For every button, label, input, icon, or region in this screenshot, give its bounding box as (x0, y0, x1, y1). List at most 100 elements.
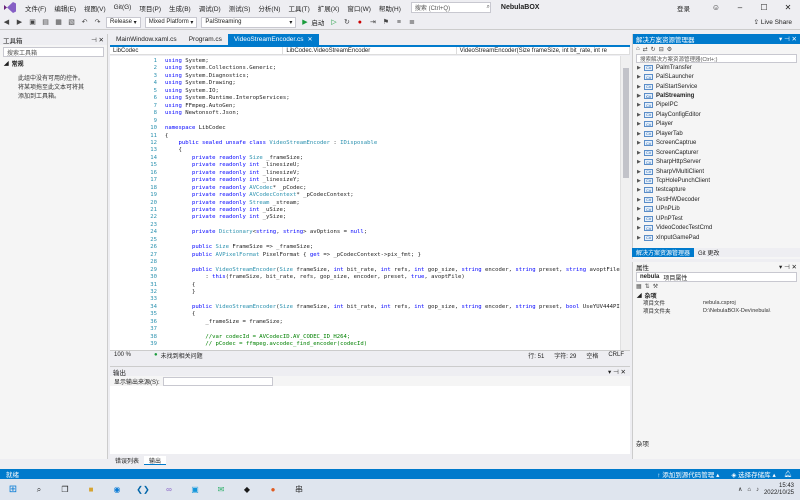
select-repo-button[interactable]: ◈ 选择存储库 ▴ (731, 469, 775, 479)
chevron-right-icon[interactable]: ▶ (637, 169, 644, 175)
project-dropdown[interactable]: LibCodec (110, 47, 284, 54)
chevron-right-icon[interactable]: ▶ (637, 102, 644, 108)
chevron-right-icon[interactable]: ▶ (637, 93, 644, 99)
chevron-right-icon[interactable]: ▶ (637, 178, 644, 184)
chevron-right-icon[interactable]: ▶ (637, 65, 644, 71)
tab-error-list[interactable]: 错误列表 (110, 456, 144, 465)
undo-icon[interactable]: ↶ (80, 18, 89, 27)
alphabetical-icon[interactable]: ⇅ (645, 283, 650, 290)
sync-icon[interactable]: ⇄ (643, 46, 648, 53)
open-icon[interactable]: ▤ (41, 18, 50, 27)
chevron-right-icon[interactable]: ▶ (637, 150, 644, 156)
platform-select[interactable]: Mixed Platform ▾ (144, 16, 198, 28)
chevron-right-icon[interactable]: ▶ (637, 74, 644, 80)
chevron-right-icon[interactable]: ▶ (637, 187, 644, 193)
edge-icon[interactable]: ◉ (110, 483, 124, 497)
menu-item[interactable]: 生成(B) (165, 3, 195, 13)
menu-item[interactable]: Git(G) (110, 4, 136, 11)
notification-icon[interactable]: 🔔︎ (784, 470, 792, 478)
menu-item[interactable]: 视图(V) (80, 3, 110, 13)
solution-item[interactable]: ▶ C# Player (633, 120, 800, 129)
visual-studio-icon[interactable]: ∞ (162, 483, 176, 497)
minimize-button[interactable]: – (728, 3, 752, 12)
menu-item[interactable]: 项目(P) (135, 3, 165, 13)
bookmark-icon[interactable]: ⚑ (381, 18, 390, 27)
start-without-debug-icon[interactable]: ▷ (329, 18, 338, 27)
menu-item[interactable]: 扩展(X) (314, 3, 344, 13)
wechat-icon[interactable]: ✉ (214, 483, 228, 497)
account-icon[interactable]: ☺ (704, 3, 728, 12)
solution-item[interactable]: ▶ C# PalSLauncher (633, 72, 800, 81)
solution-item[interactable]: ▶ C# PalStreaming (633, 91, 800, 100)
code-editor[interactable]: 1 using System; 2 using System.Collections.… (110, 56, 630, 350)
solution-item[interactable]: ▶ C# PlayerTab (633, 129, 800, 138)
solution-item[interactable]: ▶ C# xInputGamePad (633, 233, 800, 242)
maximize-button[interactable]: ☐ (752, 3, 776, 12)
panel-pin-icon[interactable]: ▾ ⊣ ✕ (779, 263, 797, 271)
volume-icon[interactable]: ♪ (756, 487, 759, 493)
solution-item[interactable]: ▶ C# TestHWDecoder (633, 195, 800, 204)
solution-item[interactable]: ▶ C# PipeIPC (633, 101, 800, 110)
spaces-indicator[interactable]: 空格 (586, 351, 598, 360)
solution-item[interactable]: ▶ C# TcpHolePunchClient (633, 176, 800, 185)
panel-pin-icon[interactable]: ▾ ⊣ ✕ (608, 368, 626, 376)
chevron-right-icon[interactable]: ▶ (637, 112, 644, 118)
save-all-icon[interactable]: ▧ (67, 18, 76, 27)
editor-scrollbar[interactable] (620, 56, 630, 350)
menu-item[interactable]: 文件(F) (21, 3, 50, 13)
solution-item[interactable]: ▶ C# UPnPLib (633, 205, 800, 214)
search-input[interactable]: 搜索 (Ctrl+Q) ⌕ (410, 2, 491, 13)
chevron-right-icon[interactable]: ▶ (637, 140, 644, 146)
chevron-right-icon[interactable]: ▶ (637, 206, 644, 212)
code-line[interactable]: 39 // pCodec = ffmpeg.avcodec_find_encod… (110, 341, 630, 350)
app-icon[interactable]: 串 (292, 483, 306, 497)
solution-item[interactable]: ▶ C# SharpHttpServer (633, 157, 800, 166)
startup-project-select[interactable]: PalStreaming ▾ (201, 16, 297, 28)
settings-icon[interactable]: ⚙ (667, 46, 672, 53)
app-icon[interactable]: ◆ (240, 483, 254, 497)
hot-reload-icon[interactable]: ↻ (342, 18, 351, 27)
save-icon[interactable]: ▦ (54, 18, 63, 27)
configuration-select[interactable]: Release ▾ (106, 16, 141, 28)
class-dropdown[interactable]: LibCodec.VideoStreamEncoder (283, 47, 457, 54)
zoom-level[interactable]: 100 % (114, 352, 142, 358)
fire-icon[interactable]: ● (355, 18, 364, 27)
solution-item[interactable]: ▶ C# SharpVMultiClient (633, 167, 800, 176)
chevron-right-icon[interactable]: ▶ (637, 197, 644, 203)
vscode-icon[interactable]: ❮❯ (136, 483, 150, 497)
chevron-right-icon[interactable]: ▶ (637, 121, 644, 127)
login-link[interactable]: 登录 (677, 3, 690, 13)
task-view-icon[interactable]: ❐ (58, 483, 72, 497)
menu-item[interactable]: 窗口(W) (343, 3, 374, 13)
search-icon[interactable]: ⌕ (32, 483, 46, 497)
toolbox-search-input[interactable]: 搜索工具箱 (3, 47, 104, 57)
redo-icon[interactable]: ↷ (93, 18, 102, 27)
file-explorer-icon[interactable]: ■ (84, 483, 98, 497)
tab-mainwindow[interactable]: MainWindow.xaml.cs (110, 34, 183, 45)
solution-item[interactable]: ▶ C# ScreenCaptrue (633, 139, 800, 148)
properties-object-select[interactable]: nebula 项目属性 (636, 272, 797, 282)
start-icon[interactable]: ▶ (300, 18, 309, 27)
output-source-select[interactable] (162, 376, 273, 386)
close-button[interactable]: ✕ (776, 3, 800, 12)
new-file-icon[interactable]: ▣ (28, 18, 37, 27)
tab-solution-explorer[interactable]: 解决方案资源管理器 (632, 248, 695, 257)
tab-videostreamencoder[interactable]: VideoStreamEncoder.cs ✕ (227, 34, 319, 45)
tab-output[interactable]: 输出 (144, 456, 167, 465)
step-icon[interactable]: ⇥ (368, 18, 377, 27)
menu-item[interactable]: 调试(D) (195, 3, 225, 13)
chevron-right-icon[interactable]: ▶ (637, 225, 644, 231)
solution-item[interactable]: ▶ C# PalStartService (633, 82, 800, 91)
panel-pin-icon[interactable]: ⊣ ✕ (91, 36, 104, 44)
comment-icon[interactable]: ≡ (394, 18, 403, 27)
tab-git-changes[interactable]: Git 更改 (694, 248, 723, 257)
start-button[interactable]: 启动 (311, 17, 324, 27)
back-icon[interactable]: ◀ (2, 18, 11, 27)
live-share-button[interactable]: ⇪ Live Share (754, 18, 792, 26)
clock[interactable]: 15:43 2022/10/25 (764, 483, 794, 497)
chevron-up-icon[interactable]: ∧ (738, 486, 742, 493)
chevron-right-icon[interactable]: ▶ (637, 84, 644, 90)
close-tab-icon[interactable]: ✕ (308, 36, 313, 43)
solution-item[interactable]: ▶ C# PlayConfigEditor (633, 110, 800, 119)
categorized-icon[interactable]: ▦ (636, 283, 642, 290)
